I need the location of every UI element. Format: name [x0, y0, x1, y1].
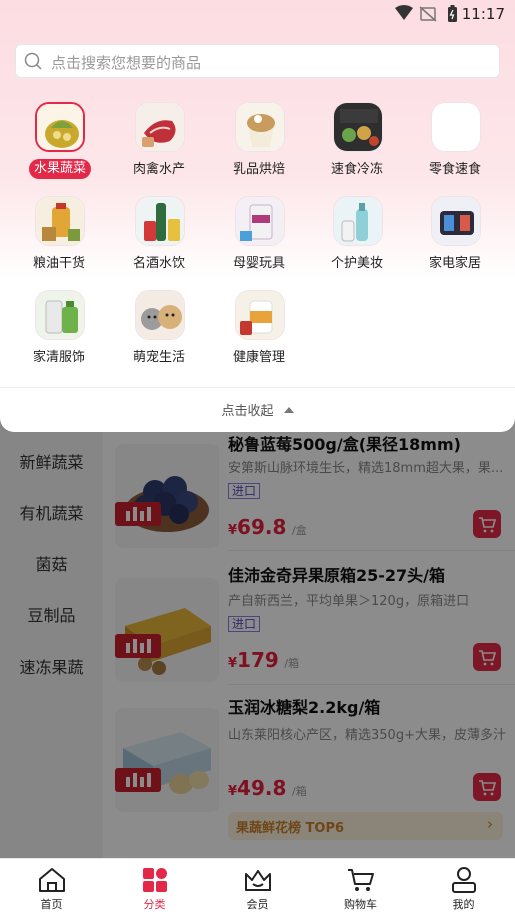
category-meat-seafood[interactable]: 肉禽水产: [109, 102, 209, 188]
category-label: 健康管理: [232, 350, 285, 365]
category-label: 零食速食: [428, 162, 481, 177]
search-input[interactable]: 点击搜索您想要的商品: [15, 44, 500, 78]
category-grid-icon: [143, 868, 167, 892]
nav-label: 我的: [452, 898, 475, 911]
category-label: 家电家居: [428, 256, 481, 271]
collapse-label: 点击收起: [221, 404, 274, 419]
bottom-nav: 首页 分类 会员 购物车 我的: [0, 858, 515, 915]
cleaning-clothing-icon: [35, 290, 85, 340]
category-label: 粮油干货: [32, 256, 85, 271]
baby-toys-icon: [235, 196, 285, 246]
category-drinks[interactable]: 名酒水饮: [109, 196, 209, 282]
search-icon: [24, 52, 42, 70]
category-appliances[interactable]: 家电家居: [405, 196, 505, 282]
home-icon: [39, 868, 65, 892]
appliances-icon: [431, 196, 481, 246]
collapse-button[interactable]: 点击收起: [0, 400, 515, 419]
nav-cart[interactable]: 购物车: [309, 859, 412, 915]
category-health[interactable]: 健康管理: [209, 290, 309, 376]
cart-icon: [348, 869, 374, 891]
snacks-icon: [431, 102, 481, 152]
category-baby-toys[interactable]: 母婴玩具: [209, 196, 309, 282]
dairy-bakery-icon: [235, 102, 285, 152]
nav-profile[interactable]: 我的: [412, 859, 515, 915]
category-label: 名酒水饮: [132, 256, 185, 271]
search-placeholder: 点击搜索您想要的商品: [51, 54, 202, 72]
crown-icon: [245, 870, 271, 891]
meat-seafood-icon: [135, 102, 185, 152]
category-label: 个护美妆: [330, 256, 383, 271]
category-label: 萌宠生活: [132, 350, 185, 365]
chevron-up-icon: [283, 407, 294, 413]
category-pets[interactable]: 萌宠生活: [109, 290, 209, 376]
category-dairy-bakery[interactable]: 乳品烘焙: [209, 102, 309, 188]
nav-category[interactable]: 分类: [103, 859, 206, 915]
category-frozen[interactable]: 速食冷冻: [307, 102, 407, 188]
nav-label: 会员: [246, 898, 269, 911]
nav-label: 购物车: [344, 898, 377, 911]
category-personal-care[interactable]: 个护美妆: [307, 196, 407, 282]
nav-member[interactable]: 会员: [206, 859, 309, 915]
category-label: 母婴玩具: [232, 256, 285, 271]
status-icons: [393, 4, 465, 24]
wifi-icon: [395, 5, 413, 20]
health-icon: [235, 290, 285, 340]
personal-care-icon: [333, 196, 383, 246]
frozen-food-icon: [333, 102, 383, 152]
pets-icon: [135, 290, 185, 340]
category-fruit-veg[interactable]: 水果蔬菜: [9, 102, 109, 188]
user-icon: [452, 867, 476, 893]
status-time: 11:17: [461, 5, 505, 23]
category-label: 乳品烘焙: [232, 162, 285, 177]
divider: [0, 387, 515, 388]
category-grain-oil[interactable]: 粮油干货: [9, 196, 109, 282]
category-label: 速食冷冻: [330, 162, 383, 177]
category-panel: 11:17 点击搜索您想要的商品 水果蔬菜 肉禽水产 乳品烘焙 速食冷冻 零食速…: [0, 0, 515, 432]
grain-oil-icon: [35, 196, 85, 246]
category-label: 水果蔬菜: [29, 159, 91, 179]
category-snacks[interactable]: 零食速食: [405, 102, 505, 188]
category-label: 肉禽水产: [132, 162, 185, 177]
nav-label: 分类: [143, 898, 166, 911]
nav-home[interactable]: 首页: [0, 859, 103, 915]
category-cleaning-clothing[interactable]: 家清服饰: [9, 290, 109, 376]
category-label: 家清服饰: [32, 350, 85, 365]
nav-label: 首页: [40, 898, 63, 911]
drinks-icon: [135, 196, 185, 246]
fruit-veg-icon: [35, 102, 85, 152]
